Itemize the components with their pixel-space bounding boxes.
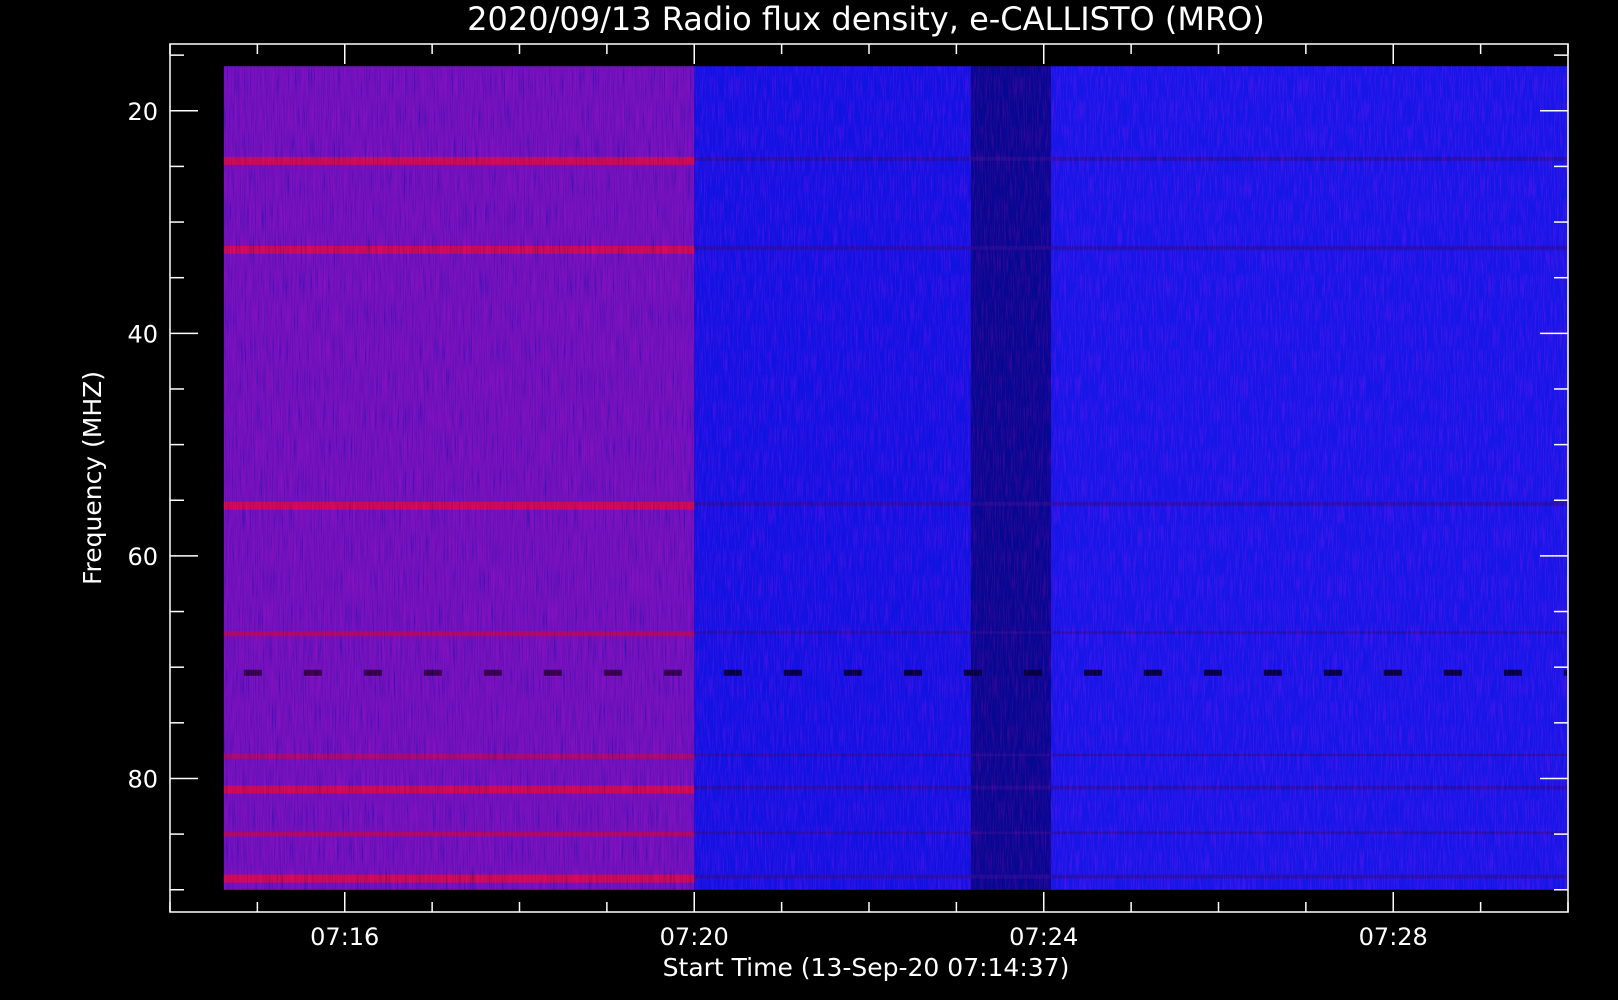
plot-area [223, 66, 1582, 890]
spectrogram-chart: 2020/09/13 Radio flux density, e-CALLIST… [78, 0, 1582, 982]
y-tick-label: 60 [127, 543, 158, 571]
segment-texture-1 [694, 66, 971, 890]
segment-texture-0 [223, 66, 695, 890]
x-tick-label: 07:16 [310, 923, 379, 951]
segment-texture-2 [970, 66, 1052, 890]
x-tick-label: 07:28 [1359, 923, 1428, 951]
y-tick-label: 20 [127, 98, 158, 126]
noise-texture [223, 66, 1568, 890]
y-axis-label: Frequency (MHZ) [78, 371, 107, 585]
chart-title: 2020/09/13 Radio flux density, e-CALLIST… [467, 0, 1265, 38]
segment-texture-3 [1051, 66, 1568, 890]
x-axis-label: Start Time (13-Sep-20 07:14:37) [663, 953, 1070, 982]
y-tick-label: 80 [127, 765, 158, 793]
x-tick-label: 07:20 [660, 923, 729, 951]
y-tick-label: 40 [127, 320, 158, 348]
x-tick-label: 07:24 [1009, 923, 1078, 951]
